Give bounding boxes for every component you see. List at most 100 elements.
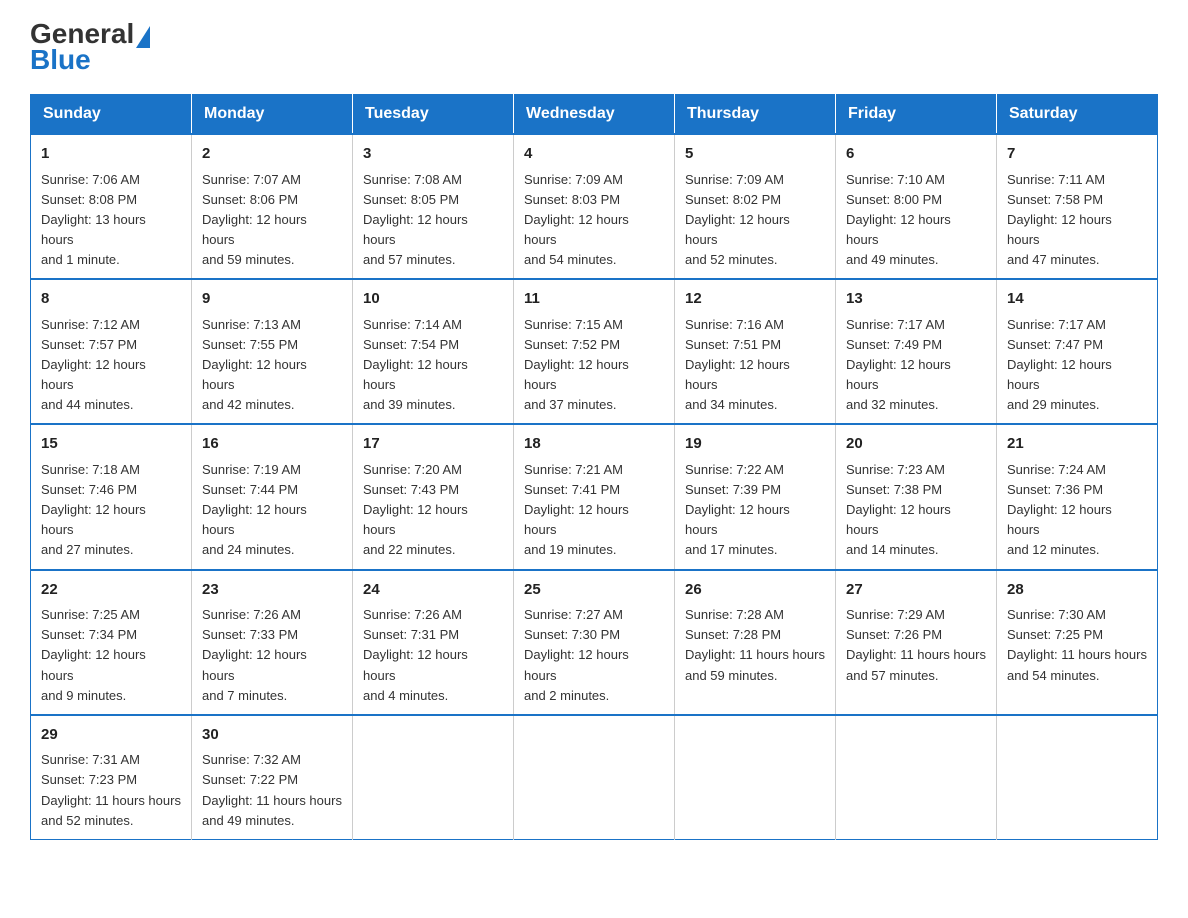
day-number: 23 (202, 579, 342, 602)
day-number: 24 (363, 579, 503, 602)
day-number: 22 (41, 579, 181, 602)
day-number: 21 (1007, 433, 1147, 456)
logo-triangle-icon (136, 26, 150, 48)
calendar-day-cell: 18 Sunrise: 7:21 AMSunset: 7:41 PMDaylig… (514, 424, 675, 569)
day-number: 30 (202, 724, 342, 747)
calendar-day-cell: 26 Sunrise: 7:28 AMSunset: 7:28 PMDaylig… (675, 570, 836, 715)
calendar-day-cell: 6 Sunrise: 7:10 AMSunset: 8:00 PMDayligh… (836, 134, 997, 279)
day-number: 16 (202, 433, 342, 456)
calendar-day-cell: 7 Sunrise: 7:11 AMSunset: 7:58 PMDayligh… (997, 134, 1158, 279)
day-number: 17 (363, 433, 503, 456)
calendar-day-cell: 3 Sunrise: 7:08 AMSunset: 8:05 PMDayligh… (353, 134, 514, 279)
calendar-header-row: SundayMondayTuesdayWednesdayThursdayFrid… (31, 95, 1158, 135)
day-info: Sunrise: 7:08 AMSunset: 8:05 PMDaylight:… (363, 172, 468, 268)
calendar-day-cell: 16 Sunrise: 7:19 AMSunset: 7:44 PMDaylig… (192, 424, 353, 569)
header-tuesday: Tuesday (353, 95, 514, 135)
day-info: Sunrise: 7:23 AMSunset: 7:38 PMDaylight:… (846, 462, 951, 558)
day-info: Sunrise: 7:26 AMSunset: 7:33 PMDaylight:… (202, 607, 307, 703)
calendar-day-cell: 22 Sunrise: 7:25 AMSunset: 7:34 PMDaylig… (31, 570, 192, 715)
day-info: Sunrise: 7:26 AMSunset: 7:31 PMDaylight:… (363, 607, 468, 703)
calendar-day-cell (675, 715, 836, 840)
day-info: Sunrise: 7:10 AMSunset: 8:00 PMDaylight:… (846, 172, 951, 268)
calendar-week-row: 29 Sunrise: 7:31 AMSunset: 7:23 PMDaylig… (31, 715, 1158, 840)
header-sunday: Sunday (31, 95, 192, 135)
calendar-week-row: 1 Sunrise: 7:06 AMSunset: 8:08 PMDayligh… (31, 134, 1158, 279)
day-info: Sunrise: 7:17 AMSunset: 7:49 PMDaylight:… (846, 317, 951, 413)
day-info: Sunrise: 7:30 AMSunset: 7:25 PMDaylight:… (1007, 607, 1147, 682)
calendar-day-cell (997, 715, 1158, 840)
calendar-day-cell: 5 Sunrise: 7:09 AMSunset: 8:02 PMDayligh… (675, 134, 836, 279)
logo-blue-text: Blue (30, 46, 150, 74)
calendar-week-row: 22 Sunrise: 7:25 AMSunset: 7:34 PMDaylig… (31, 570, 1158, 715)
calendar-day-cell: 20 Sunrise: 7:23 AMSunset: 7:38 PMDaylig… (836, 424, 997, 569)
day-number: 6 (846, 143, 986, 166)
calendar-day-cell: 15 Sunrise: 7:18 AMSunset: 7:46 PMDaylig… (31, 424, 192, 569)
day-info: Sunrise: 7:14 AMSunset: 7:54 PMDaylight:… (363, 317, 468, 413)
header-thursday: Thursday (675, 95, 836, 135)
calendar-day-cell: 21 Sunrise: 7:24 AMSunset: 7:36 PMDaylig… (997, 424, 1158, 569)
day-info: Sunrise: 7:07 AMSunset: 8:06 PMDaylight:… (202, 172, 307, 268)
day-info: Sunrise: 7:29 AMSunset: 7:26 PMDaylight:… (846, 607, 986, 682)
day-info: Sunrise: 7:13 AMSunset: 7:55 PMDaylight:… (202, 317, 307, 413)
day-number: 15 (41, 433, 181, 456)
calendar-week-row: 8 Sunrise: 7:12 AMSunset: 7:57 PMDayligh… (31, 279, 1158, 424)
day-number: 3 (363, 143, 503, 166)
calendar-day-cell: 14 Sunrise: 7:17 AMSunset: 7:47 PMDaylig… (997, 279, 1158, 424)
day-info: Sunrise: 7:15 AMSunset: 7:52 PMDaylight:… (524, 317, 629, 413)
day-info: Sunrise: 7:09 AMSunset: 8:03 PMDaylight:… (524, 172, 629, 268)
day-info: Sunrise: 7:16 AMSunset: 7:51 PMDaylight:… (685, 317, 790, 413)
calendar-day-cell: 13 Sunrise: 7:17 AMSunset: 7:49 PMDaylig… (836, 279, 997, 424)
day-number: 29 (41, 724, 181, 747)
day-info: Sunrise: 7:11 AMSunset: 7:58 PMDaylight:… (1007, 172, 1112, 268)
day-number: 8 (41, 288, 181, 311)
day-number: 18 (524, 433, 664, 456)
day-number: 14 (1007, 288, 1147, 311)
calendar-day-cell: 17 Sunrise: 7:20 AMSunset: 7:43 PMDaylig… (353, 424, 514, 569)
day-number: 1 (41, 143, 181, 166)
day-info: Sunrise: 7:17 AMSunset: 7:47 PMDaylight:… (1007, 317, 1112, 413)
day-info: Sunrise: 7:22 AMSunset: 7:39 PMDaylight:… (685, 462, 790, 558)
day-number: 28 (1007, 579, 1147, 602)
calendar-day-cell: 8 Sunrise: 7:12 AMSunset: 7:57 PMDayligh… (31, 279, 192, 424)
day-number: 5 (685, 143, 825, 166)
calendar-day-cell (514, 715, 675, 840)
day-info: Sunrise: 7:24 AMSunset: 7:36 PMDaylight:… (1007, 462, 1112, 558)
header-saturday: Saturday (997, 95, 1158, 135)
calendar-day-cell: 4 Sunrise: 7:09 AMSunset: 8:03 PMDayligh… (514, 134, 675, 279)
day-number: 27 (846, 579, 986, 602)
day-number: 25 (524, 579, 664, 602)
calendar-day-cell: 24 Sunrise: 7:26 AMSunset: 7:31 PMDaylig… (353, 570, 514, 715)
calendar-table: SundayMondayTuesdayWednesdayThursdayFrid… (30, 94, 1158, 840)
calendar-day-cell: 12 Sunrise: 7:16 AMSunset: 7:51 PMDaylig… (675, 279, 836, 424)
day-info: Sunrise: 7:25 AMSunset: 7:34 PMDaylight:… (41, 607, 146, 703)
day-number: 11 (524, 288, 664, 311)
calendar-week-row: 15 Sunrise: 7:18 AMSunset: 7:46 PMDaylig… (31, 424, 1158, 569)
day-info: Sunrise: 7:09 AMSunset: 8:02 PMDaylight:… (685, 172, 790, 268)
day-number: 4 (524, 143, 664, 166)
calendar-day-cell: 25 Sunrise: 7:27 AMSunset: 7:30 PMDaylig… (514, 570, 675, 715)
day-number: 26 (685, 579, 825, 602)
day-number: 13 (846, 288, 986, 311)
calendar-day-cell: 2 Sunrise: 7:07 AMSunset: 8:06 PMDayligh… (192, 134, 353, 279)
logo: General Blue (30, 20, 150, 74)
calendar-day-cell: 29 Sunrise: 7:31 AMSunset: 7:23 PMDaylig… (31, 715, 192, 840)
calendar-day-cell: 10 Sunrise: 7:14 AMSunset: 7:54 PMDaylig… (353, 279, 514, 424)
day-info: Sunrise: 7:06 AMSunset: 8:08 PMDaylight:… (41, 172, 146, 268)
header-monday: Monday (192, 95, 353, 135)
day-info: Sunrise: 7:18 AMSunset: 7:46 PMDaylight:… (41, 462, 146, 558)
day-info: Sunrise: 7:21 AMSunset: 7:41 PMDaylight:… (524, 462, 629, 558)
day-number: 20 (846, 433, 986, 456)
day-info: Sunrise: 7:19 AMSunset: 7:44 PMDaylight:… (202, 462, 307, 558)
day-info: Sunrise: 7:32 AMSunset: 7:22 PMDaylight:… (202, 752, 342, 827)
day-info: Sunrise: 7:12 AMSunset: 7:57 PMDaylight:… (41, 317, 146, 413)
calendar-day-cell: 27 Sunrise: 7:29 AMSunset: 7:26 PMDaylig… (836, 570, 997, 715)
day-number: 19 (685, 433, 825, 456)
day-info: Sunrise: 7:31 AMSunset: 7:23 PMDaylight:… (41, 752, 181, 827)
header-wednesday: Wednesday (514, 95, 675, 135)
day-info: Sunrise: 7:27 AMSunset: 7:30 PMDaylight:… (524, 607, 629, 703)
calendar-day-cell: 9 Sunrise: 7:13 AMSunset: 7:55 PMDayligh… (192, 279, 353, 424)
calendar-day-cell: 23 Sunrise: 7:26 AMSunset: 7:33 PMDaylig… (192, 570, 353, 715)
day-info: Sunrise: 7:20 AMSunset: 7:43 PMDaylight:… (363, 462, 468, 558)
day-number: 2 (202, 143, 342, 166)
calendar-day-cell: 28 Sunrise: 7:30 AMSunset: 7:25 PMDaylig… (997, 570, 1158, 715)
